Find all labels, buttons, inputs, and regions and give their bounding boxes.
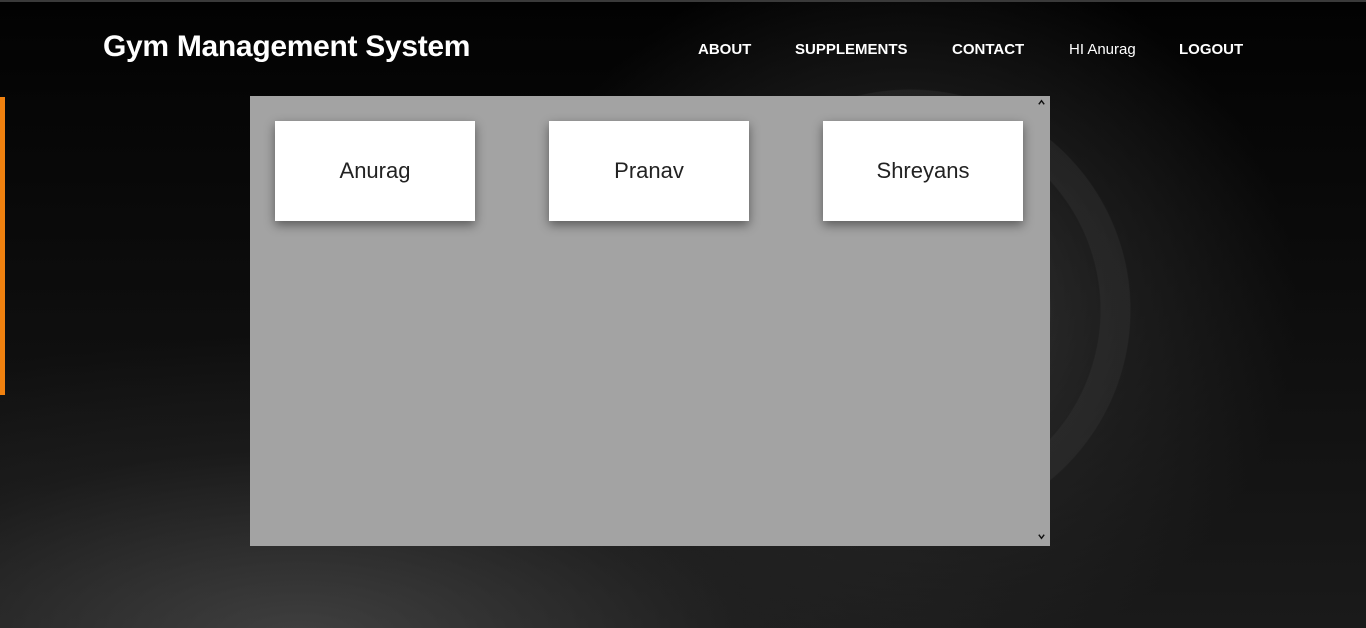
member-card[interactable]: Pranav bbox=[549, 121, 749, 221]
member-card[interactable]: Anurag bbox=[275, 121, 475, 221]
brand-title[interactable]: Gym Management System bbox=[103, 30, 470, 64]
member-card[interactable]: Shreyans bbox=[823, 121, 1023, 221]
nav-about[interactable]: ABOUT bbox=[698, 41, 751, 58]
nav-logout[interactable]: LOGOUT bbox=[1179, 41, 1243, 58]
navbar: Gym Management System ABOUT SUPPLEMENTS … bbox=[0, 0, 1366, 96]
accent-bar bbox=[0, 97, 5, 395]
member-name: Anurag bbox=[339, 158, 411, 183]
member-name: Pranav bbox=[614, 158, 684, 183]
members-panel[interactable]: Anurag Pranav Shreyans bbox=[250, 96, 1050, 546]
nav-contact[interactable]: CONTACT bbox=[952, 41, 1024, 58]
chevron-up-icon[interactable] bbox=[1035, 98, 1047, 110]
user-greeting: HI Anurag bbox=[1069, 41, 1136, 58]
nav-supplements[interactable]: SUPPLEMENTS bbox=[795, 41, 908, 58]
chevron-down-icon[interactable] bbox=[1035, 532, 1047, 544]
member-name: Shreyans bbox=[876, 158, 970, 183]
